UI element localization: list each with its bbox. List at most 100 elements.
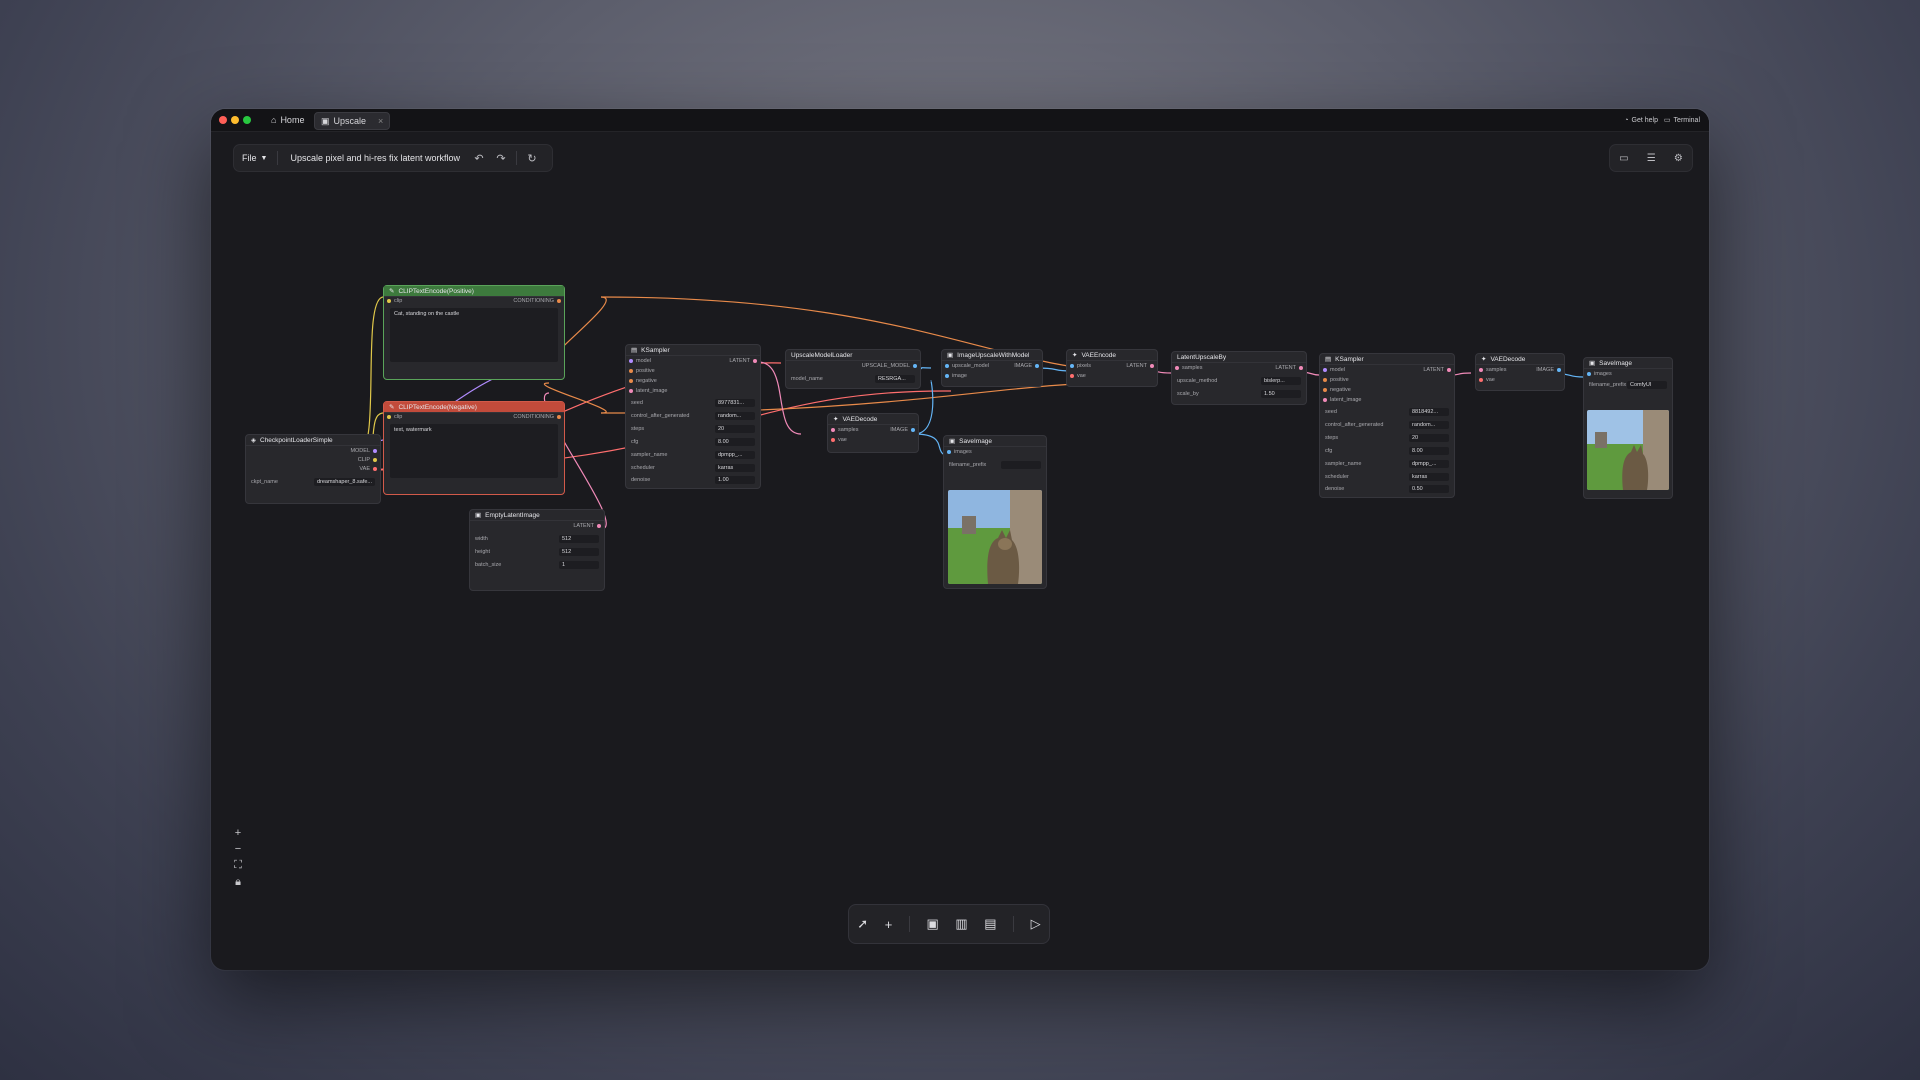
node-vae-encode[interactable]: ✦ VAEEncode pixels vae LATENT xyxy=(1066,349,1158,387)
widget-scheduler[interactable]: scheduler karras xyxy=(631,463,755,472)
node-ksampler-2[interactable]: ▤ KSampler LATENT model positive negativ… xyxy=(1319,353,1455,498)
node-header[interactable]: ✎ CLIPTextEncode(Negative) xyxy=(384,402,564,413)
widget-steps[interactable]: steps 20 xyxy=(1325,433,1449,442)
input-vae[interactable]: vae xyxy=(1070,372,1086,380)
node-header[interactable]: ▣ SaveImage xyxy=(1584,358,1672,369)
node-header[interactable]: ▣ EmptyLatentImage xyxy=(470,510,604,521)
widget-batch-size[interactable]: batch_size 1 xyxy=(475,560,599,569)
output-latent[interactable]: LATENT xyxy=(1126,362,1154,370)
node-header[interactable]: ▤ KSampler xyxy=(626,345,760,356)
node-latent-upscale-by[interactable]: LatentUpscaleBy samples LATENT upscale_m… xyxy=(1171,351,1307,405)
image-panel-icon[interactable]: ▣ xyxy=(926,916,938,932)
node-upscale-model-loader[interactable]: UpscaleModelLoader UPSCALE_MODEL model_n… xyxy=(785,349,921,389)
widget-control-after-generated[interactable]: control_after_generated random... xyxy=(631,411,755,420)
node-vae-decode-2[interactable]: ✦ VAEDecode samples vae IMAGE xyxy=(1475,353,1565,391)
widget-cfg[interactable]: cfg 8.00 xyxy=(1325,446,1449,455)
input-image[interactable]: image xyxy=(945,372,967,380)
input-model[interactable]: model xyxy=(629,357,651,365)
output-upscale-model[interactable]: UPSCALE_MODEL xyxy=(862,362,917,370)
node-header[interactable]: UpscaleModelLoader xyxy=(786,350,920,361)
cat-castle-preview-image[interactable] xyxy=(948,490,1042,584)
widget-scale-by[interactable]: scale_by 1.50 xyxy=(1177,389,1301,398)
node-save-image-1[interactable]: ▣ SaveImage images filename_prefix xyxy=(943,435,1047,589)
widget-cfg[interactable]: cfg 8.00 xyxy=(631,437,755,446)
node-clip-text-encode-negative[interactable]: ✎ CLIPTextEncode(Negative) clip CONDITIO… xyxy=(383,401,565,495)
node-header[interactable]: ✦ VAEDecode xyxy=(1476,354,1564,365)
input-pixels[interactable]: pixels xyxy=(1070,362,1091,370)
node-image-upscale-with-model[interactable]: ▣ ImageUpscaleWithModel upscale_model im… xyxy=(941,349,1043,387)
input-negative[interactable]: negative xyxy=(1323,386,1351,394)
output-latent[interactable]: LATENT xyxy=(573,522,601,530)
node-ksampler-1[interactable]: ▤ KSampler LATENT model positive negativ… xyxy=(625,344,761,489)
node-header[interactable]: LatentUpscaleBy xyxy=(1172,352,1306,363)
widget-sampler-name[interactable]: sampler_name dpmpp_... xyxy=(631,450,755,459)
widget-model-name[interactable]: model_name RESRGA... xyxy=(791,374,915,383)
input-latent-image[interactable]: latent_image xyxy=(629,387,668,395)
node-header[interactable]: ▤ KSampler xyxy=(1320,354,1454,365)
widget-steps[interactable]: steps 20 xyxy=(631,424,755,433)
zoom-out-icon[interactable]: − xyxy=(235,843,241,855)
select-pointer-icon[interactable]: ➚ xyxy=(857,916,868,932)
lock-icon[interactable]: 🔒︎ xyxy=(235,876,241,889)
output-model[interactable]: MODEL xyxy=(350,447,377,455)
add-node-icon[interactable]: + xyxy=(885,917,893,932)
node-header[interactable]: ✦ VAEDecode xyxy=(828,414,918,425)
fit-view-icon[interactable]: ⛶ xyxy=(234,859,242,872)
output-latent[interactable]: LATENT xyxy=(1275,364,1303,372)
layout-icon[interactable]: ▥ xyxy=(955,916,967,932)
node-header[interactable]: ◈ CheckpointLoaderSimple xyxy=(246,435,380,446)
node-header[interactable]: ✦ VAEEncode xyxy=(1067,350,1157,361)
widget-denoise[interactable]: denoise 0.50 xyxy=(1325,484,1449,493)
node-empty-latent-image[interactable]: ▣ EmptyLatentImage LATENT width 512 heigh… xyxy=(469,509,605,591)
node-header[interactable]: ✎ CLIPTextEncode(Positive) xyxy=(384,286,564,297)
widget-height[interactable]: height 512 xyxy=(475,547,599,556)
node-clip-text-encode-positive[interactable]: ✎ CLIPTextEncode(Positive) clip CONDITIO… xyxy=(383,285,565,380)
output-latent[interactable]: LATENT xyxy=(1423,366,1451,374)
widget-width[interactable]: width 512 xyxy=(475,534,599,543)
output-conditioning[interactable]: CONDITIONING xyxy=(513,297,561,305)
widget-filename-prefix[interactable]: filename_prefix xyxy=(949,460,1041,469)
input-negative[interactable]: negative xyxy=(629,377,657,385)
output-latent[interactable]: LATENT xyxy=(729,357,757,365)
output-clip[interactable]: CLIP xyxy=(358,456,377,464)
widget-sampler-name[interactable]: sampler_name dpmpp_... xyxy=(1325,459,1449,468)
run-play-icon[interactable]: ▷ xyxy=(1031,916,1041,932)
prompt-textarea[interactable]: Cat, standing on the castle xyxy=(390,308,558,362)
input-latent-image[interactable]: latent_image xyxy=(1323,396,1362,404)
widget-filename-prefix[interactable]: filename_prefix ComfyUI xyxy=(1589,380,1667,389)
node-save-image-2[interactable]: ▣ SaveImage images filename_prefix ComfyU… xyxy=(1583,357,1673,499)
widget-upscale-method[interactable]: upscale_method bislerp... xyxy=(1177,376,1301,385)
widget-control-after-generated[interactable]: control_after_generated random... xyxy=(1325,420,1449,429)
input-upscale-model[interactable]: upscale_model xyxy=(945,362,989,370)
output-vae[interactable]: VAE xyxy=(359,465,377,473)
zoom-in-icon[interactable]: + xyxy=(235,827,241,839)
input-images[interactable]: images xyxy=(947,448,972,456)
film-icon[interactable]: ▤ xyxy=(984,916,996,932)
widget-seed[interactable]: seed 8818492... xyxy=(1325,407,1449,416)
input-positive[interactable]: positive xyxy=(629,367,655,375)
widget-seed[interactable]: seed 8977831... xyxy=(631,398,755,407)
input-clip[interactable]: clip xyxy=(387,297,402,305)
input-samples[interactable]: samples xyxy=(831,426,858,434)
widget-scheduler[interactable]: scheduler karras xyxy=(1325,472,1449,481)
input-samples[interactable]: samples xyxy=(1175,364,1202,372)
input-model[interactable]: model xyxy=(1323,366,1345,374)
node-header[interactable]: ▣ ImageUpscaleWithModel xyxy=(942,350,1042,361)
input-samples[interactable]: samples xyxy=(1479,366,1506,374)
cat-castle-upscaled-image[interactable] xyxy=(1587,410,1669,490)
input-vae[interactable]: vae xyxy=(1479,376,1495,384)
input-positive[interactable]: positive xyxy=(1323,376,1349,384)
node-vae-decode-1[interactable]: ✦ VAEDecode samples vae IMAGE xyxy=(827,413,919,453)
output-image[interactable]: IMAGE xyxy=(890,426,915,434)
input-vae[interactable]: vae xyxy=(831,436,847,444)
output-image[interactable]: IMAGE xyxy=(1536,366,1561,374)
input-images[interactable]: images xyxy=(1587,370,1612,378)
node-checkpoint-loader[interactable]: ◈ CheckpointLoaderSimple MODEL CLIP VAE … xyxy=(245,434,381,504)
output-image[interactable]: IMAGE xyxy=(1014,362,1039,370)
output-conditioning[interactable]: CONDITIONING xyxy=(513,413,561,421)
node-header[interactable]: ▣ SaveImage xyxy=(944,436,1046,447)
prompt-textarea[interactable]: text, watermark xyxy=(390,424,558,478)
widget-ckpt-name[interactable]: ckpt_name dreamshaper_8.safe... xyxy=(251,477,375,486)
input-clip[interactable]: clip xyxy=(387,413,402,421)
widget-denoise[interactable]: denoise 1.00 xyxy=(631,475,755,484)
